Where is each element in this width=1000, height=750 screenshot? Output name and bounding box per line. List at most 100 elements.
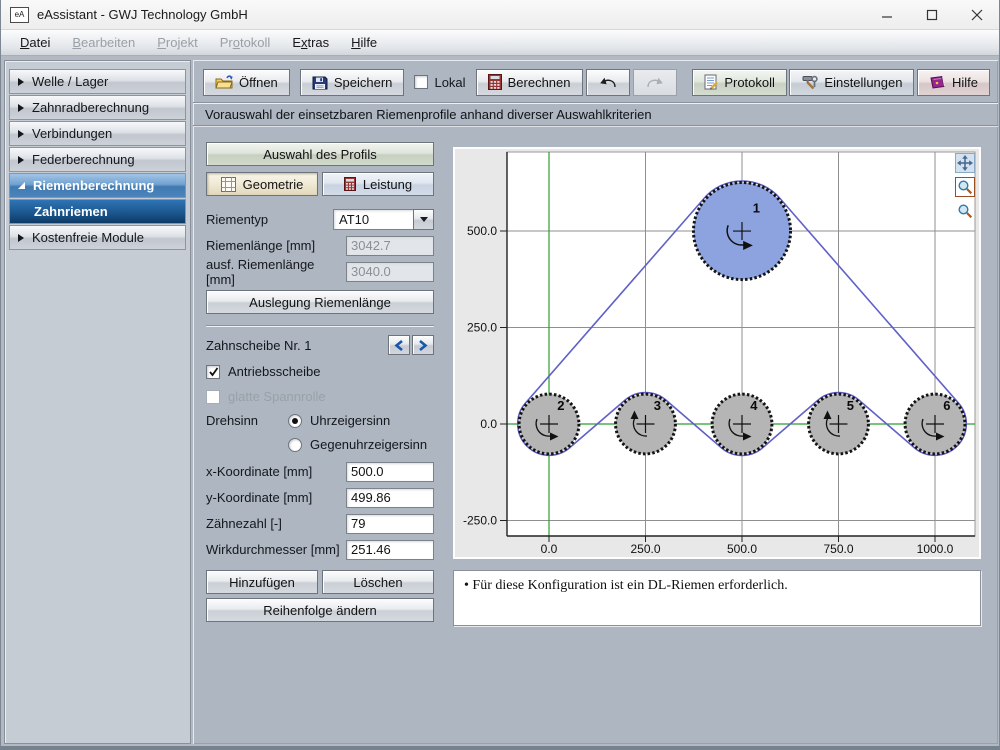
teeth-count-label: Zähnezahl [-] — [206, 516, 282, 531]
minimize-icon — [881, 9, 893, 21]
idler-label: glatte Spannrolle — [228, 389, 326, 404]
previous-pulley-button[interactable] — [388, 335, 410, 355]
reorder-button[interactable]: Reihenfolge ändern — [206, 598, 434, 622]
undo-button[interactable] — [586, 69, 630, 96]
drive-pulley-checkbox[interactable] — [206, 365, 220, 379]
svg-text:500.0: 500.0 — [727, 542, 757, 556]
svg-text:2: 2 — [557, 398, 564, 413]
checkmark-icon — [208, 366, 219, 377]
undo-arrow-icon — [598, 75, 618, 90]
sidebar-item-federberechnung[interactable]: Federberechnung — [9, 147, 186, 172]
close-button[interactable] — [954, 0, 999, 29]
drive-pulley-label: Antriebsscheibe — [228, 364, 321, 379]
svg-text:-250.0: -250.0 — [463, 514, 497, 528]
local-label: Lokal — [434, 75, 465, 90]
calculate-button[interactable]: Berechnen — [476, 69, 583, 96]
window-title: eAssistant - GWJ Technology GmbH — [37, 7, 248, 22]
select-profile-button[interactable]: Auswahl des Profils — [206, 142, 434, 166]
maximize-icon — [926, 9, 938, 21]
maximize-button[interactable] — [909, 0, 954, 29]
pan-tool-button[interactable] — [955, 153, 975, 173]
belt-type-combo[interactable]: AT10 — [333, 209, 434, 230]
belt-length-label: Riemenlänge [mm] — [206, 238, 315, 253]
exec-belt-length-field — [346, 262, 434, 282]
local-checkbox-row: Lokal — [414, 75, 465, 90]
settings-button[interactable]: Einstellungen — [789, 69, 914, 96]
svg-text:6: 6 — [943, 398, 950, 413]
sidebar-item-zahnriemen[interactable]: Zahnriemen — [9, 199, 186, 224]
direction-label: Drehsinn — [206, 413, 288, 428]
separator — [206, 325, 434, 327]
belt-diagram-panel: 500.0250.00.0-250.00.0250.0500.0750.0100… — [453, 147, 981, 559]
sidebar-nav: Welle / Lager Zahnradberechnung Verbindu… — [4, 60, 191, 744]
teeth-count-field[interactable] — [346, 514, 434, 534]
design-belt-length-button[interactable]: Auslegung Riemenlänge — [206, 290, 434, 314]
open-button[interactable]: Öffnen — [203, 69, 290, 96]
sidebar-item-riemenberechnung[interactable]: Riemenberechnung — [9, 173, 186, 198]
app-icon: eA — [10, 7, 29, 23]
save-floppy-icon — [312, 75, 328, 90]
x-coordinate-field[interactable] — [346, 462, 434, 482]
belt-diagram-plot[interactable]: 500.0250.00.0-250.00.0250.0500.0750.0100… — [455, 149, 979, 557]
pan-arrows-icon — [957, 155, 973, 171]
open-folder-icon — [215, 75, 233, 89]
save-button[interactable]: Speichern — [300, 69, 405, 96]
svg-text:250.0: 250.0 — [630, 542, 660, 556]
sidebar-item-welle-lager[interactable]: Welle / Lager — [9, 69, 186, 94]
protocol-notepad-icon — [704, 74, 718, 90]
zoom-in-tool-button[interactable] — [955, 177, 975, 197]
redo-arrow-icon — [645, 75, 665, 90]
svg-text:1: 1 — [753, 200, 760, 215]
svg-text:250.0: 250.0 — [467, 321, 497, 335]
help-book-icon — [929, 75, 946, 89]
delete-pulley-button[interactable]: Löschen — [322, 570, 434, 594]
collapsed-arrow-icon — [18, 78, 24, 86]
menu-protokoll: Protokoll — [209, 35, 282, 50]
menu-extras[interactable]: Extras — [281, 35, 340, 50]
zoom-out-tool-button[interactable] — [955, 201, 975, 221]
menu-bearbeiten: Bearbeiten — [61, 35, 146, 50]
x-coordinate-label: x-Koordinate [mm] — [206, 464, 312, 479]
svg-text:500.0: 500.0 — [467, 224, 497, 238]
chevron-left-icon — [394, 340, 404, 351]
chevron-down-icon — [420, 217, 428, 222]
counterclockwise-label: Gegenuhrzeigersinn — [310, 437, 427, 452]
belt-type-value: AT10 — [333, 209, 413, 230]
power-button[interactable]: Leistung — [322, 172, 434, 196]
next-pulley-button[interactable] — [412, 335, 434, 355]
local-checkbox[interactable] — [414, 75, 428, 89]
idler-checkbox — [206, 390, 220, 404]
effective-diameter-field[interactable] — [346, 540, 434, 560]
settings-tools-icon — [801, 74, 818, 90]
calculator-icon — [488, 74, 502, 90]
clockwise-label: Uhrzeigersinn — [310, 413, 390, 428]
sidebar-item-verbindungen[interactable]: Verbindungen — [9, 121, 186, 146]
add-pulley-button[interactable]: Hinzufügen — [206, 570, 318, 594]
pulley-title: Zahnscheibe Nr. 1 — [206, 338, 312, 353]
y-coordinate-label: y-Koordinate [mm] — [206, 490, 312, 505]
svg-text:5: 5 — [847, 398, 854, 413]
combo-dropdown-button[interactable] — [413, 209, 434, 230]
collapsed-arrow-icon — [18, 130, 24, 138]
menu-datei[interactable]: Datei — [9, 35, 61, 50]
expanded-arrow-icon — [18, 182, 25, 189]
y-coordinate-field[interactable] — [346, 488, 434, 508]
content-panel: Öffnen Speichern Lokal Berechnen — [193, 60, 998, 744]
zoom-in-magnifier-icon — [957, 179, 973, 195]
protocol-button[interactable]: Protokoll — [692, 69, 787, 96]
collapsed-arrow-icon — [18, 234, 24, 242]
app-window: eA eAssistant - GWJ Technology GmbH Date… — [0, 0, 1000, 750]
svg-text:4: 4 — [750, 398, 758, 413]
minimize-button[interactable] — [864, 0, 909, 29]
status-line: Vorauswahl der einsetzbaren Riemenprofil… — [193, 102, 998, 126]
zoom-out-magnifier-icon — [957, 203, 973, 219]
svg-text:1000.0: 1000.0 — [917, 542, 954, 556]
counterclockwise-radio[interactable] — [288, 438, 302, 452]
sidebar-item-zahnradberechnung[interactable]: Zahnradberechnung — [9, 95, 186, 120]
svg-text:750.0: 750.0 — [823, 542, 853, 556]
menu-hilfe[interactable]: Hilfe — [340, 35, 388, 50]
clockwise-radio[interactable] — [288, 414, 302, 428]
sidebar-item-kostenfreie-module[interactable]: Kostenfreie Module — [9, 225, 186, 250]
geometry-button[interactable]: Geometrie — [206, 172, 318, 196]
help-button[interactable]: Hilfe — [917, 69, 990, 96]
